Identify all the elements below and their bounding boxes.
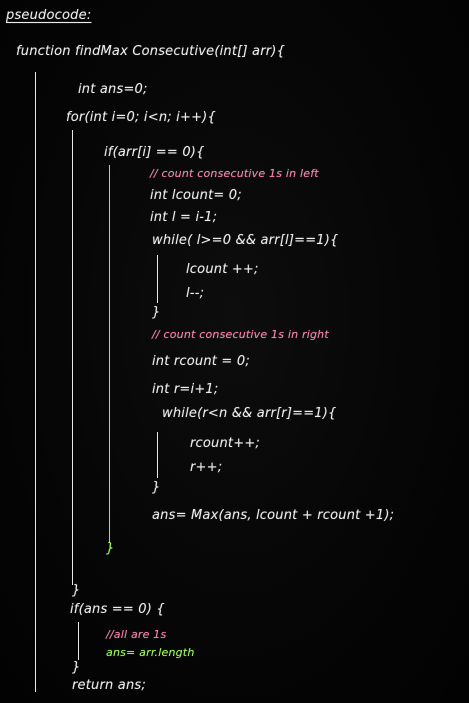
comment-right-line: // count consecutive 1s in right [152, 328, 329, 341]
ans-init-line: int ans=0; [78, 82, 148, 97]
comment-left-line: // count consecutive 1s in left [150, 167, 319, 180]
while-left-scope-guide [157, 255, 158, 303]
return-line: return ans; [72, 678, 146, 693]
close-while-left: } [152, 305, 161, 320]
lcount-init-line: int lcount= 0; [150, 188, 242, 203]
l-init-line: int l = i-1; [150, 210, 218, 225]
while-right-scope-guide [157, 432, 158, 478]
l-dec-line: l--; [186, 286, 205, 301]
lcount-inc-line: lcount ++; [186, 262, 259, 277]
close-for: } [72, 583, 81, 598]
for-loop-line: for(int i=0; i<n; i++){ [66, 110, 216, 125]
ans-update-line: ans= Max(ans, lcount + rcount +1); [152, 508, 395, 523]
for-scope-guide [72, 130, 73, 585]
if-zero-line: if(arr[i] == 0){ [104, 145, 205, 160]
ans-length-line: ans= arr.length [106, 646, 195, 659]
function-scope-guide [35, 72, 36, 692]
if-scope-guide [109, 165, 110, 543]
rcount-init-line: int rcount = 0; [152, 354, 250, 369]
function-signature: function findMax Consecutive(int[] arr){ [16, 44, 286, 59]
chalkboard: pseudocode: function findMax Consecutive… [0, 0, 469, 703]
r-init-line: int r=i+1; [152, 382, 219, 397]
pseudocode-title: pseudocode: [6, 8, 92, 23]
while-left-line: while( l>=0 && arr[l]==1){ [152, 233, 339, 248]
if-ans-zero-line: if(ans == 0) { [70, 602, 165, 617]
rcount-inc-line: rcount++; [190, 436, 260, 451]
close-while-right: } [152, 480, 161, 495]
r-inc-line: r++; [190, 460, 223, 475]
comment-all-ones: //all are 1s [106, 628, 167, 641]
close-if-ans: } [72, 660, 81, 675]
close-if-zero: } [106, 541, 115, 556]
while-right-line: while(r<n && arr[r]==1){ [162, 406, 337, 421]
if-ans-scope-guide [78, 622, 79, 660]
